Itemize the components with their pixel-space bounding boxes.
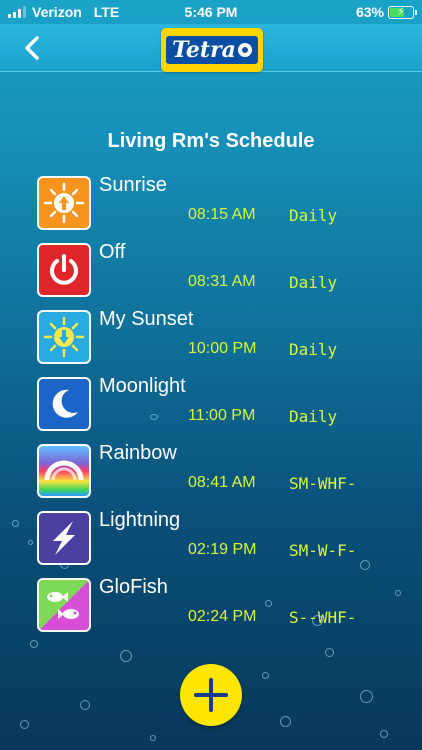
bubble-decoration: [150, 735, 156, 741]
schedule-item-days: Daily: [289, 206, 338, 225]
status-bar: Verizon LTE 5:46 PM 63% ⚡: [0, 0, 422, 24]
schedule-item-name: GloFish: [99, 576, 168, 598]
battery-icon: ⚡: [388, 5, 417, 19]
schedule-item-rainbow[interactable]: Rainbow 08:41 AM SM-WHF-: [37, 440, 377, 502]
schedule-item-my-sunset[interactable]: My Sunset 10:00 PM Daily: [37, 306, 377, 368]
bubble-decoration: [30, 640, 38, 648]
charging-bolt-icon: ⚡: [397, 5, 405, 18]
schedule-item-name: Rainbow: [99, 442, 177, 464]
schedule-item-name: Sunrise: [99, 174, 167, 196]
bubble-decoration: [80, 700, 90, 710]
schedule-item-days: SM-W-F-: [289, 541, 357, 560]
back-button[interactable]: [18, 34, 46, 62]
schedule-item-days: Daily: [289, 273, 338, 292]
glofish-icon: [37, 578, 91, 632]
schedule-item-days: Daily: [289, 340, 338, 359]
add-schedule-button[interactable]: [180, 664, 242, 726]
schedule-item-time: 08:31 AM: [188, 273, 256, 290]
tetra-logo: Tetra: [161, 28, 263, 72]
schedule-item-glofish[interactable]: GloFish 02:24 PM S--WHF-: [37, 574, 377, 636]
schedule-item-time: 10:00 PM: [188, 340, 257, 357]
bubble-decoration: [12, 520, 19, 527]
schedule-item-time: 11:00 PM: [188, 407, 256, 424]
rainbow-icon: [37, 444, 91, 498]
lightning-icon: [37, 511, 91, 565]
schedule-item-days: Daily: [289, 407, 338, 426]
page-title: Living Rm's Schedule: [107, 130, 315, 152]
schedule-item-time: 08:15 AM: [188, 206, 256, 223]
bubble-decoration: [395, 590, 401, 596]
bubble-decoration: [280, 716, 291, 727]
schedule-item-sunrise[interactable]: Sunrise 08:15 AM Daily: [37, 172, 377, 234]
schedule-item-days: SM-WHF-: [289, 474, 357, 493]
sunrise-icon: [37, 176, 91, 230]
schedule-item-days: S--WHF-: [289, 608, 357, 627]
bubble-decoration: [120, 650, 132, 662]
schedule-item-name: Lightning: [99, 509, 181, 531]
schedule-item-time: 02:24 PM: [188, 608, 257, 625]
fish-icon: [237, 43, 252, 57]
status-right: 63% ⚡: [355, 4, 417, 20]
bubble-decoration: [380, 730, 388, 738]
schedule-item-lightning[interactable]: Lightning 02:19 PM SM-W-F-: [37, 507, 377, 569]
logo-text: Tetra: [172, 37, 236, 63]
battery-percent: 63%: [355, 4, 384, 20]
schedule-item-time: 08:41 AM: [188, 474, 256, 491]
schedule-item-moonlight[interactable]: Moonlight 11:00 PM Daily: [37, 373, 377, 435]
bubble-decoration: [360, 690, 373, 703]
sunset-icon: [37, 310, 91, 364]
bubble-decoration: [28, 540, 33, 545]
plus-icon: [194, 678, 228, 712]
bubble-decoration: [262, 672, 269, 679]
bubble-decoration: [325, 648, 334, 657]
schedule-item-name: Moonlight: [99, 375, 186, 397]
schedule-item-time: 02:19 PM: [188, 541, 257, 558]
moon-icon: [37, 377, 91, 431]
chevron-left-icon: [25, 36, 39, 60]
bubble-decoration: [20, 720, 29, 729]
nav-bar: Tetra: [0, 24, 422, 72]
schedule-item-off[interactable]: Off 08:31 AM Daily: [37, 239, 377, 301]
schedule-item-name: My Sunset: [99, 308, 194, 330]
schedule-item-name: Off: [99, 241, 126, 263]
power-icon: [37, 243, 91, 297]
